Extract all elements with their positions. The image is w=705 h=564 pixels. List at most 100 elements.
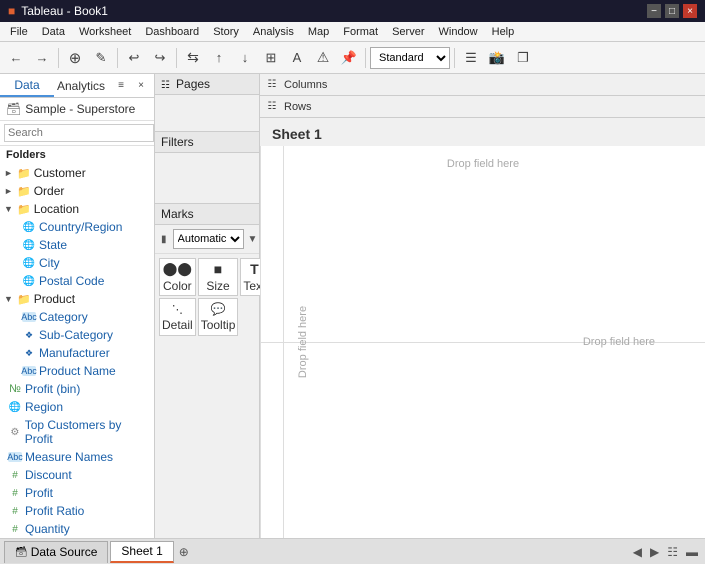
sort-desc-button[interactable]: ↓ xyxy=(233,46,257,70)
view-size-select[interactable]: Standard Fit Width Fit Height Entire Vie… xyxy=(370,47,450,69)
marks-type-select[interactable]: Automatic Bar Line Area Circle xyxy=(173,229,244,249)
back-button[interactable]: ← xyxy=(4,46,28,70)
menu-analysis[interactable]: Analysis xyxy=(247,25,300,39)
share-button[interactable]: ❐ xyxy=(511,46,535,70)
tab-analytics[interactable]: Analytics xyxy=(54,74,108,97)
device-preview-button[interactable]: 📸 xyxy=(485,46,509,70)
scroll-right-button[interactable]: ▶ xyxy=(647,543,662,561)
menu-data[interactable]: Data xyxy=(36,25,71,39)
field-postal-code[interactable]: 🌐 Postal Code xyxy=(0,272,154,290)
close-button[interactable]: × xyxy=(683,4,697,18)
new-sheet-button[interactable]: ✎ xyxy=(89,46,113,70)
highlight-button[interactable]: ⚠ xyxy=(311,46,335,70)
abc-icon: ❖ xyxy=(22,330,36,341)
field-quantity-label: Quantity xyxy=(25,522,70,536)
view-list-button[interactable]: ☷ xyxy=(664,543,681,561)
folders-label: Folders xyxy=(0,146,154,164)
toolbar-sep-5 xyxy=(454,48,455,68)
sort-asc-button[interactable]: ↑ xyxy=(207,46,231,70)
columns-drop-area[interactable] xyxy=(331,74,701,95)
field-productname[interactable]: Abc Product Name xyxy=(0,362,154,380)
marks-detail-button[interactable]: ⋱ Detail xyxy=(159,298,196,336)
marks-detail-label: Detail xyxy=(162,318,193,332)
menu-worksheet[interactable]: Worksheet xyxy=(73,25,137,39)
canvas-area[interactable]: Drop field here Drop field here Drop fie… xyxy=(260,146,705,538)
field-top-customers-label: Top Customers by Profit xyxy=(25,418,150,446)
label-button[interactable]: A xyxy=(285,46,309,70)
pages-section: ☷ Pages xyxy=(155,74,259,132)
field-quantity[interactable]: # Quantity xyxy=(0,520,154,538)
datasource-tab-icon: 🗃 xyxy=(15,547,28,558)
menu-format[interactable]: Format xyxy=(337,25,384,39)
menu-map[interactable]: Map xyxy=(302,25,335,39)
field-country[interactable]: 🌐 Country/Region xyxy=(0,218,154,236)
toolbar-sep-1 xyxy=(58,48,59,68)
field-top-customers[interactable]: ⚙ Top Customers by Profit xyxy=(0,416,154,448)
minimize-button[interactable]: − xyxy=(647,4,661,18)
fix-axes-button[interactable]: 📌 xyxy=(337,46,361,70)
arrow-icon: ► xyxy=(4,186,14,196)
field-measure-names[interactable]: Abc Measure Names xyxy=(0,448,154,466)
sheet-1-tab[interactable]: Sheet 1 xyxy=(110,541,173,563)
sheet-title: Sheet 1 xyxy=(260,118,705,146)
marks-size-button[interactable]: ■ Size xyxy=(198,258,239,296)
marks-color-button[interactable]: ⬤⬤ Color xyxy=(159,258,196,296)
maximize-button[interactable]: □ xyxy=(665,4,679,18)
datasource-tab[interactable]: 🗃 Data Source xyxy=(4,541,108,563)
redo-button[interactable]: ↪ xyxy=(148,46,172,70)
undo-button[interactable]: ↩ xyxy=(122,46,146,70)
fit-all-button[interactable]: ⊞ xyxy=(259,46,283,70)
search-input[interactable] xyxy=(4,124,154,142)
field-profit[interactable]: # Profit xyxy=(0,484,154,502)
folder-customer[interactable]: ► 📁 Customer xyxy=(0,164,154,182)
field-subcategory[interactable]: ❖ Sub-Category xyxy=(0,326,154,344)
panel-close-button[interactable]: × xyxy=(132,77,150,95)
size-icon: ■ xyxy=(214,261,222,277)
field-productname-label: Product Name xyxy=(39,364,116,378)
swap-button[interactable]: ⇆ xyxy=(181,46,205,70)
pages-body xyxy=(155,95,259,131)
field-city-label: City xyxy=(39,256,60,270)
marks-tooltip-button[interactable]: 💬 Tooltip xyxy=(198,298,239,336)
folder-product[interactable]: ▼ 📁 Product xyxy=(0,290,154,308)
field-manufacturer[interactable]: ❖ Manufacturer xyxy=(0,344,154,362)
menu-file[interactable]: File xyxy=(4,25,34,39)
main-area: Data Analytics ≡ × 🗃 Sample - Superstore… xyxy=(0,74,705,538)
menu-server[interactable]: Server xyxy=(386,25,430,39)
abc-icon: Abc xyxy=(8,452,22,462)
menu-window[interactable]: Window xyxy=(433,25,484,39)
present-mode-button[interactable]: ▬ xyxy=(683,543,701,561)
field-profit-bin[interactable]: № Profit (bin) xyxy=(0,380,154,398)
arrow-icon: ▼ xyxy=(4,294,14,304)
filters-section: Filters xyxy=(155,132,259,204)
new-sheet-tab-button[interactable]: ⊕ xyxy=(176,543,192,561)
abc-icon: Abc xyxy=(22,312,36,322)
tab-data[interactable]: Data xyxy=(0,74,54,97)
new-datasource-button[interactable]: ⊕ xyxy=(63,46,87,70)
menu-dashboard[interactable]: Dashboard xyxy=(139,25,205,39)
hash-icon: # xyxy=(8,470,22,481)
folder-location[interactable]: ▼ 📁 Location xyxy=(0,200,154,218)
filters-body xyxy=(155,153,259,203)
field-profit-label: Profit xyxy=(25,486,53,500)
forward-button[interactable]: → xyxy=(30,46,54,70)
show-me-button[interactable]: ☰ xyxy=(459,46,483,70)
sheet-1-tab-label: Sheet 1 xyxy=(121,544,162,558)
folder-icon: 📁 xyxy=(17,185,31,198)
menu-help[interactable]: Help xyxy=(486,25,521,39)
arrow-icon: ► xyxy=(4,168,14,178)
marks-type-row: ▮ Automatic Bar Line Area Circle ▼ xyxy=(155,225,259,254)
panel-options-button[interactable]: ≡ xyxy=(112,77,130,95)
datasource-name: Sample - Superstore xyxy=(25,102,135,116)
field-profit-ratio[interactable]: # Profit Ratio xyxy=(0,502,154,520)
hash-icon: # xyxy=(8,488,22,499)
scroll-left-button[interactable]: ◀ xyxy=(630,543,645,561)
rows-drop-area[interactable] xyxy=(316,96,701,117)
field-city[interactable]: 🌐 City xyxy=(0,254,154,272)
menu-story[interactable]: Story xyxy=(207,25,245,39)
field-state[interactable]: 🌐 State xyxy=(0,236,154,254)
field-discount[interactable]: # Discount xyxy=(0,466,154,484)
folder-order[interactable]: ► 📁 Order xyxy=(0,182,154,200)
field-category[interactable]: Abc Category xyxy=(0,308,154,326)
field-region[interactable]: 🌐 Region xyxy=(0,398,154,416)
